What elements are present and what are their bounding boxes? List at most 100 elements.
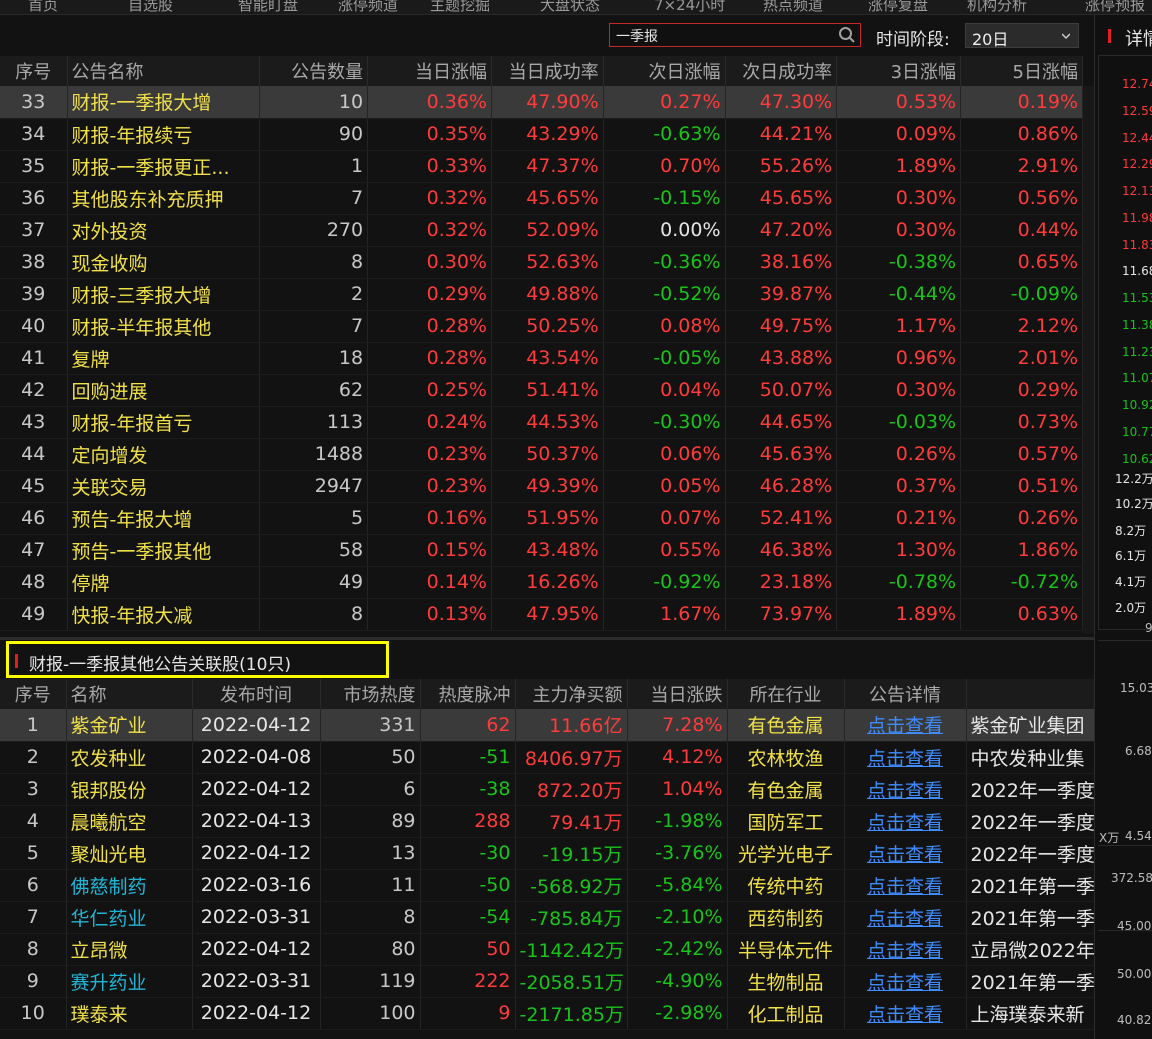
table-row[interactable]: 8 立昂微 2022-04-12 80 50 -1142.42万 -2.42% 半导体元件 点击… (0, 933, 1095, 966)
table-row[interactable]: 42 回购进展 62 0.25% 51.41% 0.04% 50.07% 0.30% 0.29% (0, 374, 1083, 407)
table-row[interactable]: 38 现金收购 8 0.30% 52.63% -0.36% 38.16% -0.38% 0.65… (0, 246, 1083, 279)
column-header[interactable]: 发布时间 (192, 679, 321, 709)
table-cell: 80 (320, 933, 421, 966)
column-header[interactable]: 公告详情 (844, 679, 967, 709)
view-details-link[interactable]: 点击查看 (867, 1004, 943, 1026)
column-header[interactable] (966, 679, 1095, 709)
table-row[interactable]: 36 其他股东补充质押 7 0.32% 45.65% -0.15% 45.65% 0.30% 0… (0, 182, 1083, 215)
table-cell: -0.03% (836, 406, 962, 439)
table-cell: 0.57% (960, 438, 1083, 471)
column-header[interactable]: 序号 (0, 56, 68, 86)
table-row[interactable]: 5 聚灿光电 2022-04-12 13 -30 -19.15万 -3.76% 光学光电子 点击… (0, 837, 1095, 870)
table-cell: 0.30% (836, 214, 962, 247)
table-row[interactable]: 39 财报-三季报大增 2 0.29% 49.88% -0.52% 39.87% -0.44%… (0, 278, 1083, 311)
column-header[interactable]: 当日涨跌 (627, 679, 728, 709)
price-axis-label: 11.53 (1122, 291, 1152, 305)
column-header[interactable]: 5日涨幅 (960, 56, 1083, 86)
column-header[interactable]: 次日成功率 (725, 56, 838, 86)
column-header[interactable]: 热度脉冲 (420, 679, 516, 709)
search-box[interactable] (609, 23, 861, 47)
nav-item[interactable]: 7×24小时 (654, 0, 725, 14)
table-row[interactable]: 47 预告-一季报其他 58 0.15% 43.48% 0.55% 46.38% 1.30% 1… (0, 534, 1083, 567)
column-header[interactable]: 3日涨幅 (836, 56, 962, 86)
table-row[interactable]: 10 璞泰来 2022-04-12 100 9 -2171.85万 -2.98% 化工制品 点击… (0, 997, 1095, 1030)
table-row[interactable]: 9 赛升药业 2022-03-31 119 222 -2058.51万 -4.90% 生物制品… (0, 965, 1095, 998)
table-cell: 1.04% (627, 773, 728, 806)
table-cell: 33 (0, 86, 68, 119)
view-details-link[interactable]: 点击查看 (867, 748, 943, 770)
view-details-link[interactable]: 点击查看 (867, 812, 943, 834)
nav-item[interactable]: 热点频道 (763, 0, 823, 14)
view-details-link[interactable]: 点击查看 (867, 715, 943, 737)
table-cell: 10 (0, 997, 67, 1030)
table-row[interactable]: 44 定向增发 1488 0.23% 50.37% 0.06% 45.63% 0.26% 0.5… (0, 438, 1083, 471)
nav-item[interactable]: 大盘状态 (540, 0, 600, 14)
table-row[interactable]: 6 佛慈制药 2022-03-16 11 -50 -568.92万 -5.84% 传统中药 点击… (0, 869, 1095, 902)
column-header[interactable]: 序号 (0, 679, 67, 709)
view-details-link[interactable]: 点击查看 (867, 876, 943, 898)
column-header[interactable]: 当日成功率 (491, 56, 604, 86)
nav-item[interactable]: 自选股 (128, 0, 173, 14)
column-header[interactable]: 市场热度 (320, 679, 421, 709)
search-icon[interactable] (838, 26, 856, 44)
table-cell: 财报-一季报大增 (67, 86, 261, 119)
table-cell: 5 (259, 502, 369, 535)
view-details-link[interactable]: 点击查看 (867, 908, 943, 930)
column-header[interactable]: 公告数量 (259, 56, 369, 86)
nav-item[interactable]: 智能盯盘 (238, 0, 298, 14)
view-details-link[interactable]: 点击查看 (867, 972, 943, 994)
table-cell: 2021年第一季 (966, 901, 1095, 934)
title-marker (15, 654, 18, 668)
table-cell: 0.00% (603, 214, 726, 247)
table-row[interactable]: 2 农发种业 2022-04-08 50 -51 8406.97万 4.12% 农林牧渔 点击查… (0, 741, 1095, 774)
splitter[interactable] (0, 637, 1094, 640)
table-cell: 11.66亿 (515, 709, 628, 742)
table-row[interactable]: 46 预告-年报大增 5 0.16% 51.95% 0.07% 52.41% 0.21% 0.2… (0, 502, 1083, 535)
table-cell: 0.19% (960, 86, 1083, 119)
table-cell: 财报-年报续亏 (67, 118, 261, 151)
column-header[interactable]: 名称 (66, 679, 193, 709)
table-cell: 0.07% (603, 502, 726, 535)
table-row[interactable]: 45 关联交易 2947 0.23% 49.39% 0.05% 46.28% 0.37% 0.5… (0, 470, 1083, 503)
scrollbar[interactable] (1083, 86, 1094, 634)
column-header[interactable]: 当日涨幅 (367, 56, 492, 86)
table-cell: 紫金矿业集团 (966, 709, 1095, 742)
table-cell: 872.20万 (515, 773, 628, 806)
view-details-link[interactable]: 点击查看 (867, 780, 943, 802)
table-row[interactable]: 41 复牌 18 0.28% 43.54% -0.05% 43.88% 0.96% 2.01% (0, 342, 1083, 375)
nav-item[interactable]: 涨停预报 (1085, 0, 1145, 14)
column-header[interactable]: 所在行业 (727, 679, 845, 709)
column-header[interactable]: 主力净买额 (515, 679, 628, 709)
nav-item[interactable]: 涨停复盘 (868, 0, 928, 14)
table-row[interactable]: 49 快报-年报大减 8 0.13% 47.95% 1.67% 73.97% 1.89% 0.6… (0, 598, 1083, 631)
table-row[interactable]: 34 财报-年报续亏 90 0.35% 43.29% -0.63% 44.21% 0.09% 0… (0, 118, 1083, 151)
table-row[interactable]: 4 晨曦航空 2022-04-13 89 288 79.41万 -1.98% 国防军工 点击查看… (0, 805, 1095, 838)
table-cell: 预告-一季报其他 (67, 534, 261, 567)
nav-item[interactable]: 机构分析 (967, 0, 1027, 14)
table-cell: 50 (420, 933, 516, 966)
table-row[interactable]: 35 财报-一季报更正... 1 0.33% 47.37% 0.70% 55.26% 1.89… (0, 150, 1083, 183)
table-row[interactable]: 7 华仁药业 2022-03-31 8 -54 -785.84万 -2.10% 西药制药 点击查… (0, 901, 1095, 934)
table-cell: -50 (420, 869, 516, 902)
period-select[interactable]: 20日 (965, 23, 1079, 49)
table-row[interactable]: 1 紫金矿业 2022-04-12 331 62 11.66亿 7.28% 有色金属 点击查看 紫… (0, 709, 1095, 742)
table-row[interactable]: 3 银邦股份 2022-04-12 6 -38 872.20万 1.04% 有色金属 点击查看 2… (0, 773, 1095, 806)
table-cell: 0.06% (603, 438, 726, 471)
table-row[interactable]: 48 停牌 49 0.14% 16.26% -0.92% 23.18% -0.78% -0.72… (0, 566, 1083, 599)
table-row[interactable]: 33 财报-一季报大增 10 0.36% 47.90% 0.27% 47.30% 0.53% 0… (0, 86, 1083, 119)
column-header[interactable]: 公告名称 (67, 56, 261, 86)
table-row[interactable]: 43 财报-年报首亏 113 0.24% 44.53% -0.30% 44.65% -0.03… (0, 406, 1083, 439)
table-cell: -19.15万 (515, 837, 628, 870)
view-details-link[interactable]: 点击查看 (867, 844, 943, 866)
view-details-link[interactable]: 点击查看 (867, 940, 943, 962)
table-cell: 36 (0, 182, 68, 215)
nav-item[interactable]: 主题挖掘 (430, 0, 490, 14)
nav-item[interactable]: 首页 (28, 0, 58, 14)
table-row[interactable]: 37 对外投资 270 0.32% 52.09% 0.00% 47.20% 0.30% 0.44… (0, 214, 1083, 247)
nav-item[interactable]: 涨停频道 (338, 0, 398, 14)
table-row[interactable]: 40 财报-半年报其他 7 0.28% 50.25% 0.08% 49.75% 1.17% 2.… (0, 310, 1083, 343)
indicator-label: 4.54 (1125, 829, 1152, 843)
column-header[interactable]: 次日涨幅 (603, 56, 726, 86)
table-cell: -1142.42万 (515, 933, 628, 966)
search-input[interactable] (614, 26, 838, 46)
